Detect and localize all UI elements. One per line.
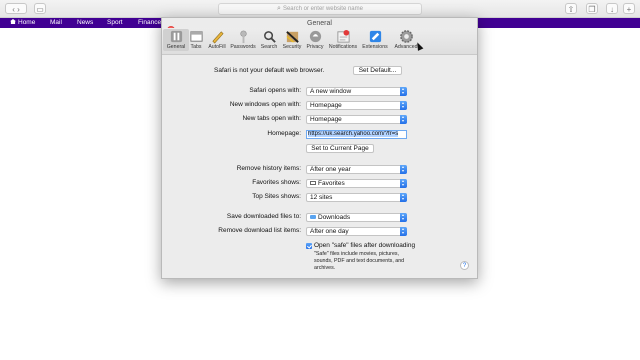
help-button[interactable]: ? [460,261,469,270]
new-tabs-label: New tabs open with: [242,115,301,122]
opens-with-label: Safari opens with: [249,87,301,94]
opens-with-select[interactable]: A new window [306,87,407,96]
book-icon [310,181,316,185]
new-windows-select[interactable]: Homepage [306,101,407,110]
preferences-window: General General Tabs AutoFill Passwords … [161,17,478,279]
favorite-home[interactable]: Home [10,18,35,28]
search-icon [263,31,276,43]
sidebar-icon[interactable]: ▭ [34,3,46,14]
chevron-updown-icon [400,165,407,174]
new-tab-icon[interactable]: + [623,3,635,14]
remove-history-label: Remove history items: [236,165,301,172]
key-icon [239,30,247,44]
new-tabs-select[interactable]: Homepage [306,115,407,124]
favorites-shows-value: Favorites [318,180,345,187]
notifications-icon [336,29,350,43]
open-safe-files-label[interactable]: Open "safe" files after downloading [314,242,415,249]
homepage-label: Homepage: [267,130,301,137]
autofill-pencil-icon [211,31,224,44]
remove-history-value: After one year [310,166,351,173]
new-windows-value: Homepage [310,102,342,109]
address-placeholder: Search or enter website name [282,6,363,12]
tabs-icon [189,31,203,42]
favorite-finance[interactable]: Finance [138,18,161,28]
preferences-toolbar: General Tabs AutoFill Passwords Search S… [162,28,477,55]
chevron-updown-icon [400,115,407,124]
chevron-updown-icon [400,87,407,96]
tab-extensions[interactable]: Extensions [362,29,388,51]
save-downloads-value: Downloads [318,214,351,221]
remove-downloads-label: Remove download list items: [218,227,301,234]
extensions-icon [369,30,381,43]
favorites-shows-select[interactable]: Favorites [306,179,407,188]
security-icon [285,31,299,43]
address-bar[interactable]: ⌕ Search or enter website name [218,3,422,15]
favorite-sport[interactable]: Sport [107,18,123,28]
tab-notifications[interactable]: Notifications [329,29,357,51]
favorite-news[interactable]: News [77,18,93,28]
favorite-mail[interactable]: Mail [50,18,62,28]
tabs-overview-icon[interactable]: ❐ [586,3,598,14]
open-safe-files-checkbox[interactable] [306,243,312,249]
search-icon: ⌕ [277,5,281,12]
home-icon [10,19,16,24]
chevron-updown-icon [400,101,407,110]
save-downloads-select[interactable]: Downloads [306,213,407,222]
tab-advanced[interactable]: Advanced [393,29,419,51]
favorites-shows-label: Favorites shows: [252,179,301,186]
general-switch-icon [170,30,182,43]
top-sites-label: Top Sites shows: [252,193,301,200]
remove-downloads-value: After one day [310,228,349,235]
folder-icon [310,215,316,219]
set-default-button[interactable]: Set Default... [353,66,402,75]
set-to-current-page-button[interactable]: Set to Current Page [306,144,374,153]
chevron-updown-icon [400,213,407,222]
share-icon[interactable]: ⇧ [565,3,577,14]
download-icon[interactable]: ↓ [606,3,618,14]
privacy-icon [309,30,321,43]
homepage-value: https://uk.search.yahoo.com/?fr=s [308,131,399,137]
favorite-label: Home [18,19,36,26]
chevron-updown-icon [400,227,407,236]
browser-toolbar: ‹ › ▭ ⌕ Search or enter website name ⇧ ❐ … [0,0,640,18]
default-browser-text: Safari is not your default web browser. [214,67,325,74]
new-tabs-value: Homepage [310,116,342,123]
remove-downloads-select[interactable]: After one day [306,227,407,236]
opens-with-value: A new window [310,88,352,95]
chevron-updown-icon [400,179,407,188]
homepage-input[interactable]: https://uk.search.yahoo.com/?fr=s [306,130,407,139]
chevron-updown-icon [400,193,407,202]
remove-history-select[interactable]: After one year [306,165,407,174]
back-forward-buttons[interactable]: ‹ › [5,3,27,14]
safe-files-note: "Safe" files include movies, pictures, s… [314,251,405,271]
top-sites-value: 12 sites [310,194,333,201]
gear-icon [399,30,413,43]
save-downloads-label: Save downloaded files to: [226,213,301,220]
top-sites-select[interactable]: 12 sites [306,193,407,202]
new-windows-label: New windows open with: [229,101,301,108]
